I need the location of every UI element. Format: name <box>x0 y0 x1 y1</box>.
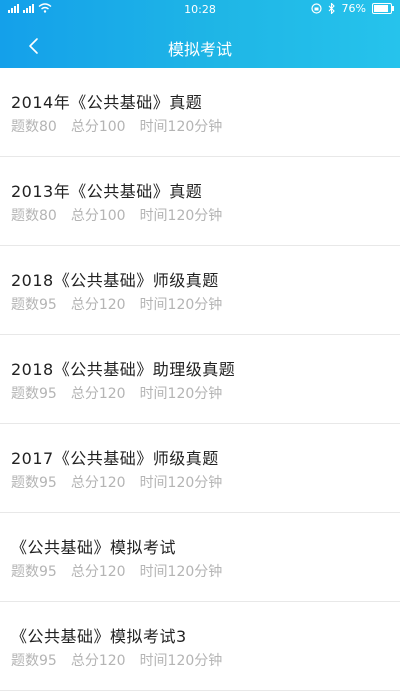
total-score: 总分120 <box>70 653 126 669</box>
exam-meta: 题数95 总分120 时间120分钟 <box>11 561 222 581</box>
exam-duration: 时间120分钟 <box>139 119 223 135</box>
total-score: 总分120 <box>70 386 126 402</box>
exam-duration: 时间120分钟 <box>139 208 223 224</box>
exam-meta: 题数80 总分100 时间120分钟 <box>11 205 222 225</box>
exam-list-item[interactable]: 2018《公共基础》助理级真题 题数95 总分120 时间120分钟 <box>0 335 400 424</box>
exam-title: 2018《公共基础》师级真题 <box>11 271 219 290</box>
status-bar: 10:28 76% <box>0 0 400 20</box>
total-score: 总分120 <box>70 564 126 580</box>
exam-duration: 时间120分钟 <box>139 386 223 402</box>
total-score: 总分100 <box>70 208 126 224</box>
header: 10:28 76% 模拟考试 <box>0 0 400 68</box>
question-count: 题数80 <box>11 208 57 224</box>
question-count: 题数80 <box>11 119 57 135</box>
exam-duration: 时间120分钟 <box>139 475 223 491</box>
exam-list-item[interactable]: 《公共基础》模拟考试 题数95 总分120 时间120分钟 <box>0 513 400 602</box>
page-title: 模拟考试 <box>167 40 232 59</box>
exam-meta: 题数95 总分120 时间120分钟 <box>11 472 222 492</box>
exam-duration: 时间120分钟 <box>139 297 223 313</box>
battery-icon <box>372 3 394 14</box>
exam-list-item[interactable]: 2018《公共基础》师级真题 题数95 总分120 时间120分钟 <box>0 246 400 335</box>
total-score: 总分100 <box>70 119 126 135</box>
battery-fill <box>374 5 388 12</box>
total-score: 总分120 <box>70 475 126 491</box>
question-count: 题数95 <box>11 386 57 402</box>
exam-list-item[interactable]: 《公共基础》模拟考试3 题数95 总分120 时间120分钟 <box>0 602 400 691</box>
exam-title: 2013年《公共基础》真题 <box>11 182 203 201</box>
question-count: 题数95 <box>11 475 57 491</box>
battery-percent: 76% <box>341 2 366 15</box>
total-score: 总分120 <box>70 297 126 313</box>
question-count: 题数95 <box>11 653 57 669</box>
exam-list-item[interactable]: 2014年《公共基础》真题 题数80 总分100 时间120分钟 <box>0 68 400 157</box>
exam-meta: 题数95 总分120 时间120分钟 <box>11 294 222 314</box>
exam-list: 2014年《公共基础》真题 题数80 总分100 时间120分钟 2013年《公共基础》… <box>0 68 400 691</box>
exam-duration: 时间120分钟 <box>139 564 223 580</box>
exam-title: 2014年《公共基础》真题 <box>11 93 203 112</box>
exam-duration: 时间120分钟 <box>139 653 223 669</box>
exam-list-item[interactable]: 2017《公共基础》师级真题 题数95 总分120 时间120分钟 <box>0 424 400 513</box>
rotation-lock-icon <box>310 3 322 14</box>
exam-meta: 题数80 总分100 时间120分钟 <box>11 116 222 136</box>
exam-title: 《公共基础》模拟考试 <box>11 538 177 557</box>
exam-title: 《公共基础》模拟考试3 <box>11 627 187 646</box>
exam-meta: 题数95 总分120 时间120分钟 <box>11 650 222 670</box>
exam-title: 2018《公共基础》助理级真题 <box>11 360 236 379</box>
exam-list-item[interactable]: 2013年《公共基础》真题 题数80 总分100 时间120分钟 <box>0 157 400 246</box>
exam-title: 2017《公共基础》师级真题 <box>11 449 219 468</box>
status-right: 76% <box>310 2 394 15</box>
bluetooth-icon <box>328 3 335 14</box>
exam-meta: 题数95 总分120 时间120分钟 <box>11 383 222 403</box>
question-count: 题数95 <box>11 297 57 313</box>
navigation-bar: 模拟考试 <box>0 24 400 68</box>
question-count: 题数95 <box>11 564 57 580</box>
